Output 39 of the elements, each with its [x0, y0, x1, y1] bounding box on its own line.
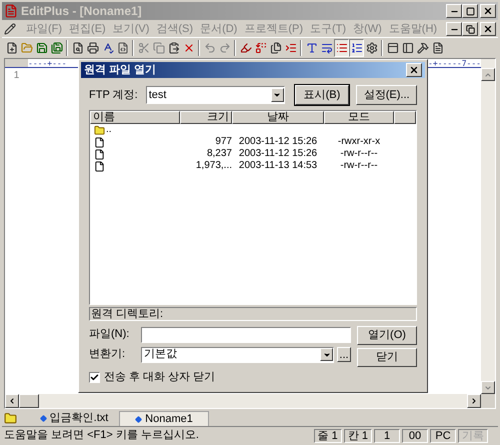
line-number: 1 — [14, 69, 20, 83]
column-header[interactable]: 크기 — [180, 111, 232, 124]
status-message: 도움말을 보려면 <F1> 키를 누르십시오. — [3, 428, 200, 443]
ruler-text: ----+--- — [28, 58, 68, 68]
document-tab[interactable]: Noname1 — [119, 411, 209, 426]
ftp-account-select[interactable]: test — [146, 86, 285, 104]
ftp-account-label: FTP 계정: — [89, 88, 139, 103]
file-mode: -rw-r--r-- — [340, 160, 378, 171]
file-date: 2003-11-12 15:26 — [238, 136, 318, 147]
file-date: 2003-11-13 14:53 — [238, 160, 318, 171]
file-label: 파일(N): — [89, 327, 130, 342]
show-button[interactable]: 표시(B) — [294, 85, 350, 105]
file-mode: -rwxr-xr-x — [338, 136, 380, 147]
file-mode: -rw-r--r-- — [340, 148, 378, 159]
converter-label: 변환기: — [89, 347, 126, 362]
file-size: 1,973,... — [196, 160, 232, 171]
status-cell: 줄 1 — [314, 428, 342, 442]
status-cell: 칸 1 — [344, 428, 372, 442]
settings-button[interactable]: 설정(E)... — [356, 85, 417, 105]
status-cell: 1 — [374, 428, 400, 442]
column-header[interactable]: 모드 — [324, 111, 394, 124]
browse-button[interactable]: ... — [337, 347, 351, 362]
column-header[interactable]: 이름 — [90, 111, 180, 124]
status-cell: PC — [430, 428, 456, 442]
remote-directory-label: 원격 디렉토리: — [90, 308, 164, 320]
converter-select[interactable]: 기본값 — [141, 346, 334, 362]
checkbox-label: 전송 후 대화 상자 닫기 — [104, 370, 216, 385]
close-dialog-button[interactable]: 닫기 — [357, 348, 417, 367]
column-header[interactable]: 날짜 — [232, 111, 324, 124]
document-tab[interactable]: 입금확인.txt — [29, 411, 119, 426]
window-title: EditPlus - [Noname1] — [21, 3, 143, 20]
open-button[interactable]: 열기(O) — [357, 326, 417, 345]
file-name[interactable]: .. — [106, 124, 112, 136]
file-size: 977 — [215, 136, 232, 147]
file-size: 8,237 — [206, 148, 232, 159]
file-date: 2003-11-12 15:26 — [238, 148, 318, 159]
ruler-text: -+-----7--- — [428, 58, 481, 68]
status-cell: 00 — [402, 428, 428, 442]
dialog-title: 원격 파일 열기 — [84, 62, 158, 78]
